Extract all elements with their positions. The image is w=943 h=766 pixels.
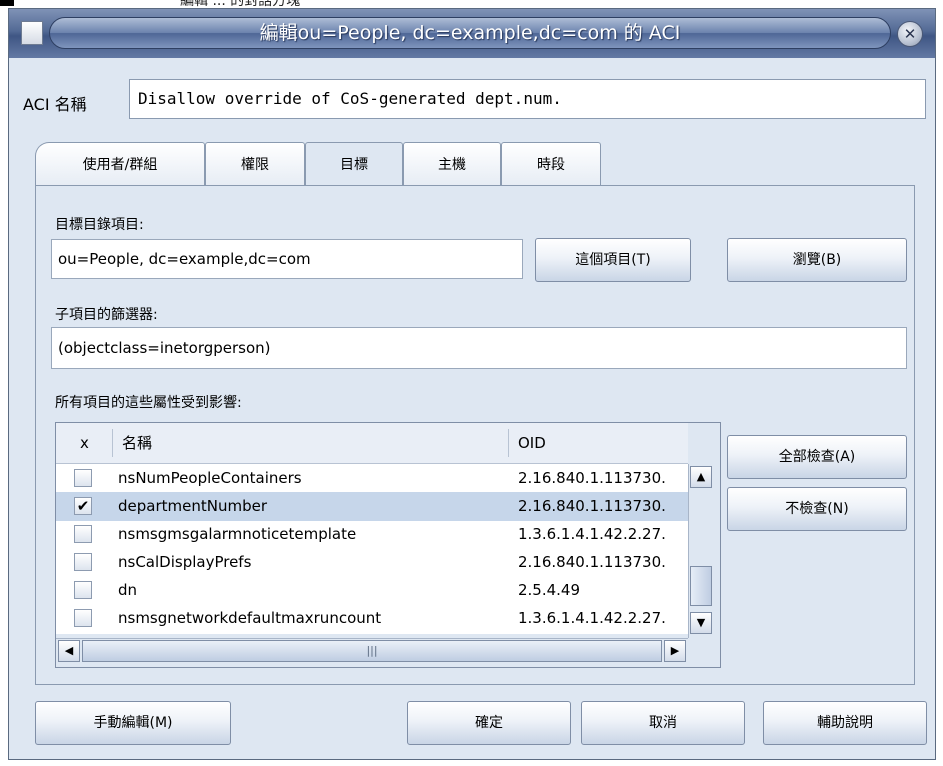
scroll-down-icon[interactable]: ▼ (690, 612, 712, 634)
col-header-oid[interactable]: OID (518, 423, 546, 463)
title-bar[interactable]: 編輯ou=People, dc=example,dc=com 的 ACI ✕ (9, 9, 935, 58)
attr-name: nsmsgnetworkdefaultmaxruncount (118, 609, 382, 627)
col-header-check[interactable]: x (80, 423, 89, 463)
table-row[interactable]: nsCalDisplayPrefs 2.16.840.1.113730. (56, 548, 688, 577)
cancel-button[interactable]: 取消 (581, 701, 745, 745)
horizontal-scroll-thumb[interactable]: ||| (82, 640, 662, 662)
caption-text: 編輯 ... 的對話方塊 (180, 0, 301, 8)
document-icon (21, 21, 43, 45)
col-header-name[interactable]: 名稱 (122, 423, 152, 463)
attr-oid: 1.3.6.1.4.1.42.2.27. (518, 525, 666, 543)
table-row[interactable]: nsmsgmsgalarmnoticetemplate 1.3.6.1.4.1.… (56, 520, 688, 549)
tab-users-groups[interactable]: 使用者/群組 (35, 142, 205, 186)
aci-editor-dialog: 編輯ou=People, dc=example,dc=com 的 ACI ✕ A… (8, 8, 936, 760)
manual-edit-button[interactable]: 手動編輯(M) (35, 701, 231, 745)
vertical-scrollbar[interactable]: ▲ ▼ (688, 464, 713, 638)
attr-oid: 2.16.840.1.113730. (518, 469, 666, 487)
attr-oid: 2.16.840.1.113730. (518, 553, 666, 571)
scroll-right-icon[interactable]: ▶ (664, 640, 686, 662)
col-separator (112, 429, 113, 457)
tab-targets[interactable]: 目標 (305, 142, 403, 188)
row-checkbox[interactable] (74, 525, 92, 543)
vertical-scroll-thumb[interactable] (690, 566, 712, 606)
tab-hosts[interactable]: 主機 (403, 142, 501, 186)
col-separator (508, 429, 509, 457)
subentry-filter-label: 子項目的篩選器: (55, 307, 158, 323)
attr-name: nsNumPeopleContainers (118, 469, 302, 487)
affected-attrs-label: 所有項目的這些屬性受到影響: (55, 395, 242, 411)
attributes-table: x 名稱 OID nsNumPeopleContainers 2.16.840.… (55, 422, 721, 668)
table-row[interactable]: dn 2.5.4.49 (56, 576, 688, 605)
attr-name: dn (118, 581, 138, 599)
browse-button[interactable]: 瀏覽(B) (727, 238, 907, 282)
ok-button[interactable]: 確定 (407, 701, 571, 745)
target-dir-input[interactable]: ou=People, dc=example,dc=com (51, 239, 523, 279)
table-header: x 名稱 OID (56, 423, 688, 464)
figure-marker (0, 0, 14, 6)
subentry-filter-input[interactable]: (objectclass=inetorgperson) (51, 327, 907, 369)
target-dir-label: 目標目錄項目: (55, 217, 144, 233)
window-title: 編輯ou=People, dc=example,dc=com 的 ACI (259, 22, 681, 44)
aci-name-label: ACI 名稱 (23, 95, 87, 114)
attr-name: nsmsgmsgalarmnoticetemplate (118, 525, 357, 543)
attr-oid: 1.3.6.1.4.1.42.2.27. (518, 609, 666, 627)
tab-rights[interactable]: 權限 (205, 142, 305, 186)
close-icon[interactable]: ✕ (897, 21, 923, 47)
attr-oid: 2.16.840.1.113730. (518, 497, 666, 515)
table-body: nsNumPeopleContainers 2.16.840.1.113730.… (56, 464, 688, 634)
tab-times[interactable]: 時段 (501, 142, 601, 186)
attr-oid: 2.5.4.49 (518, 581, 581, 599)
table-row[interactable]: ✔ departmentNumber 2.16.840.1.113730. (56, 492, 688, 521)
scroll-up-icon[interactable]: ▲ (690, 466, 712, 488)
this-entry-button[interactable]: 這個項目(T) (535, 238, 691, 282)
attr-name: departmentNumber (118, 497, 267, 515)
top-caption-strip: 編輯 ... 的對話方塊 (0, 0, 943, 8)
check-all-button[interactable]: 全部檢查(A) (727, 435, 907, 479)
aci-name-input[interactable]: Disallow override of CoS-generated dept.… (129, 79, 926, 119)
uncheck-button[interactable]: 不檢查(N) (727, 487, 907, 531)
row-checkbox[interactable] (74, 609, 92, 627)
row-checkbox[interactable]: ✔ (74, 497, 92, 515)
horizontal-scrollbar[interactable]: ◀ ||| ▶ (56, 638, 688, 663)
row-checkbox[interactable] (74, 581, 92, 599)
help-button[interactable]: 輔助說明 (763, 701, 927, 745)
table-row[interactable]: nsmsgnetworkdefaultmaxruncount 1.3.6.1.4… (56, 604, 688, 633)
table-row[interactable]: nsNumPeopleContainers 2.16.840.1.113730. (56, 464, 688, 493)
scroll-left-icon[interactable]: ◀ (58, 640, 80, 662)
attr-name: nsCalDisplayPrefs (118, 553, 252, 571)
row-checkbox[interactable] (74, 553, 92, 571)
row-checkbox[interactable] (74, 469, 92, 487)
